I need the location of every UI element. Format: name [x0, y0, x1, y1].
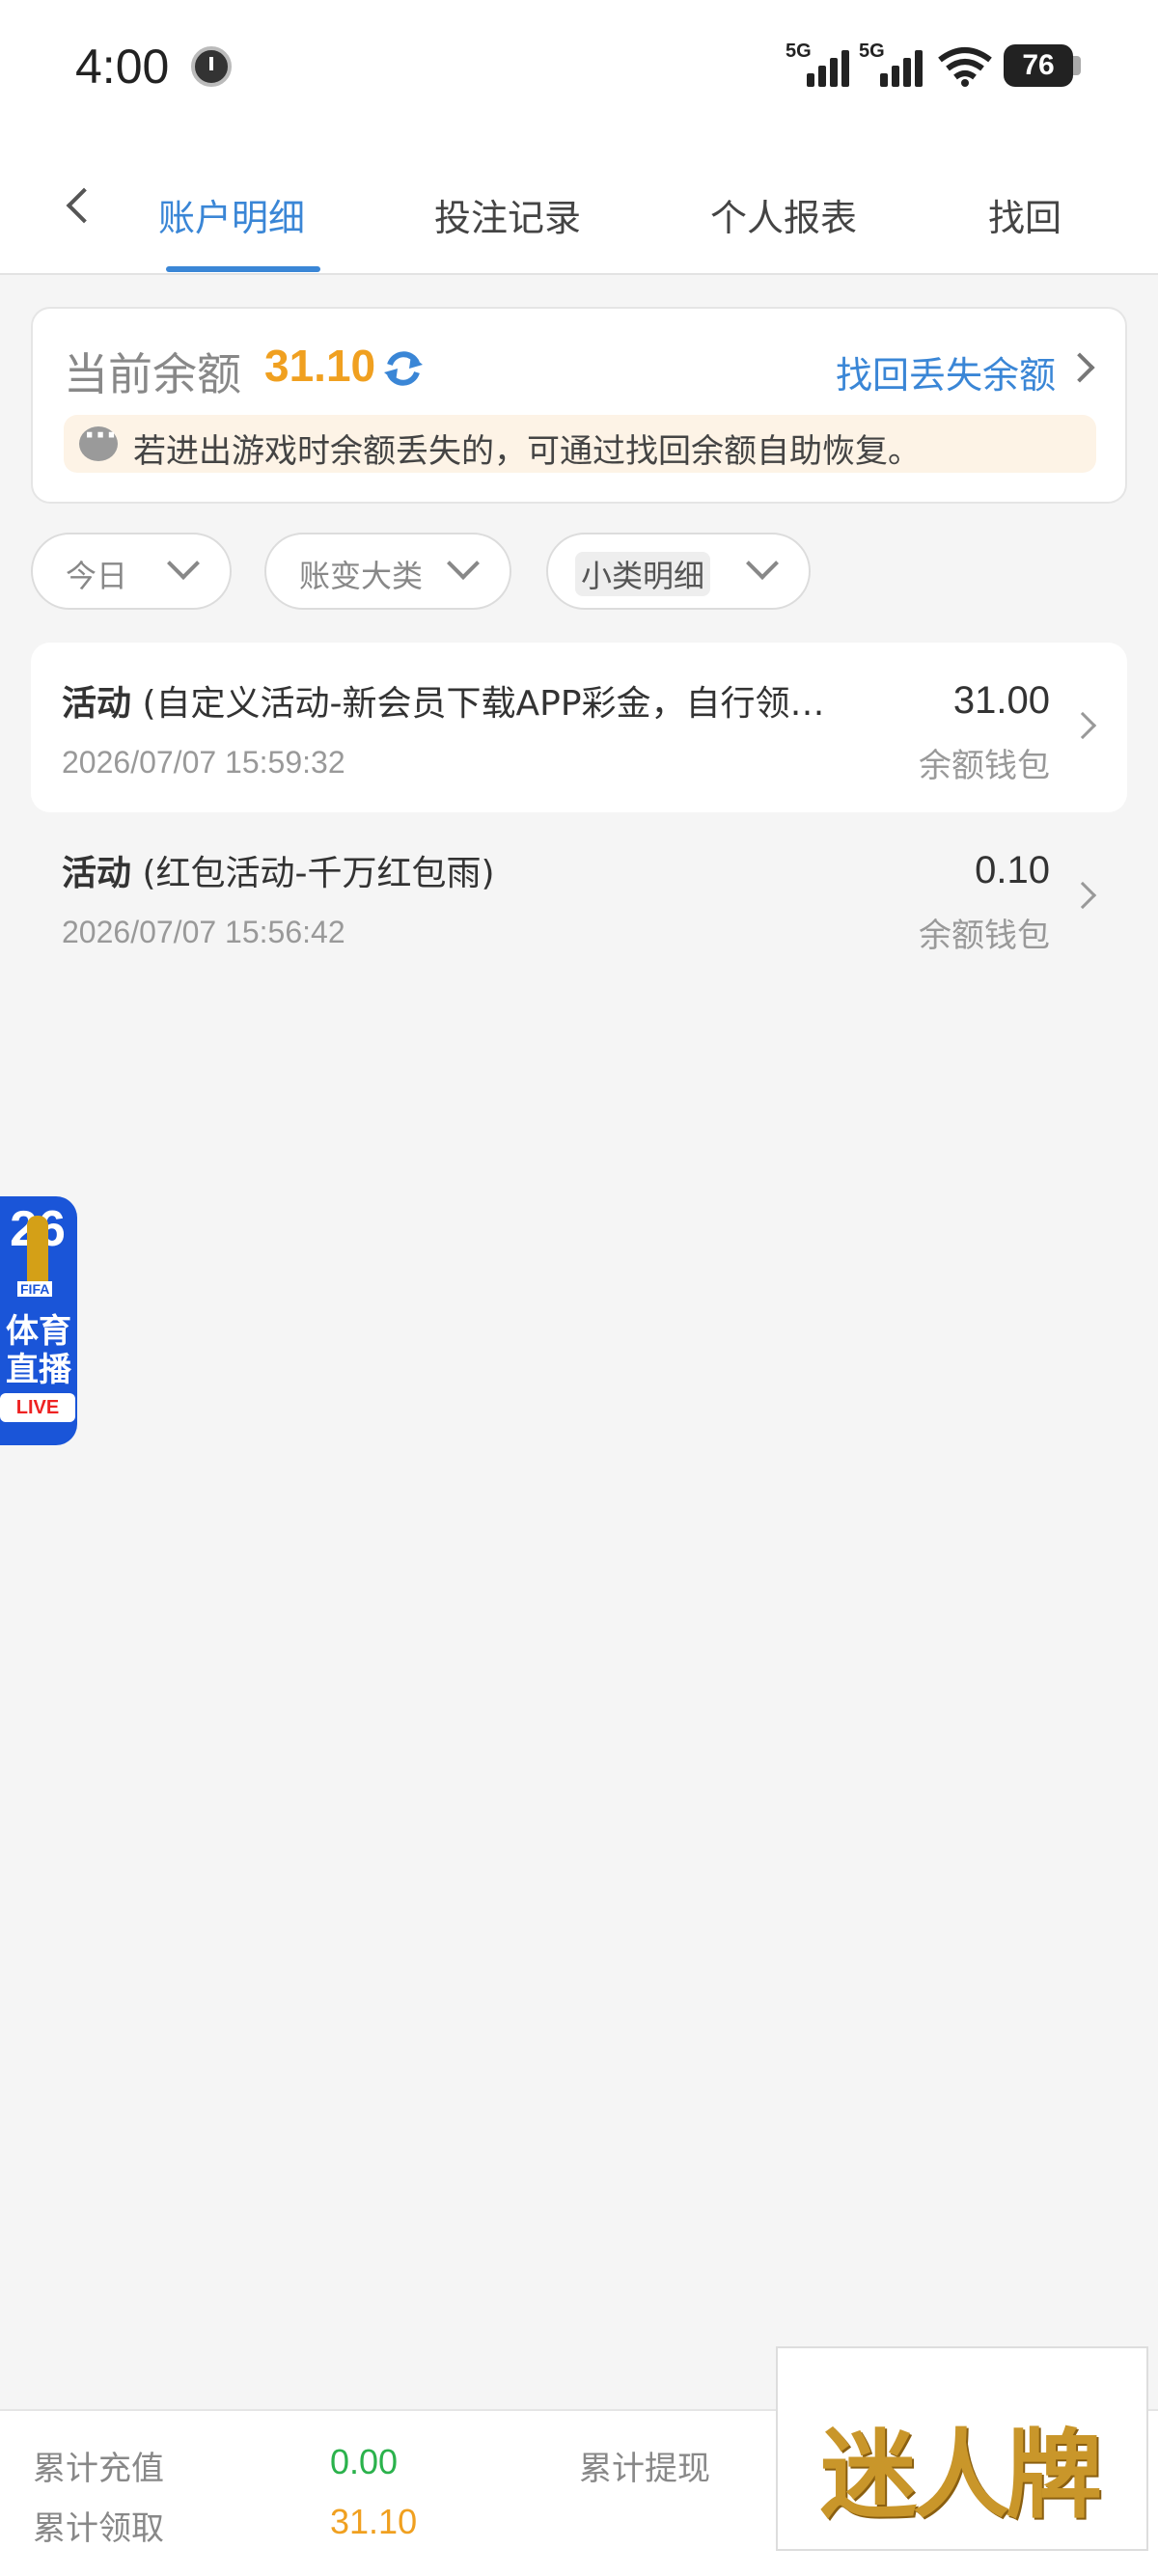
battery-cap: [1073, 56, 1081, 75]
chevron-down-icon: [746, 547, 779, 580]
total-recharge-label: 累计充值: [33, 2450, 164, 2488]
record-title: 活动 (自定义活动-新会员下载APP彩金，自行领…: [62, 684, 825, 724]
clock-icon: [191, 46, 232, 87]
chevron-left-icon[interactable]: [58, 183, 96, 232]
wifi-icon: [938, 47, 992, 87]
record-amount: 31.00: [952, 679, 1050, 722]
balance-card: 当前余额 31.10 找回丢失余额 若进出游戏时余额丢失的，可通过找回余额自助恢…: [31, 307, 1127, 504]
signal-icon-2: 5G: [859, 41, 926, 87]
watermark-text: 迷人牌: [820, 2418, 1102, 2532]
balance-value: 31.10: [264, 341, 376, 391]
balance-label: 当前余额: [64, 348, 241, 400]
filter-major-category-label: 账变大类: [299, 558, 424, 594]
list-item[interactable]: 活动 (自定义活动-新会员下载APP彩金，自行领… 2026/07/07 15:…: [31, 643, 1127, 812]
chevron-down-icon: [167, 547, 200, 580]
signal-icon: 5G: [786, 41, 853, 87]
record-amount: 0.10: [975, 849, 1050, 891]
list-item[interactable]: 活动 (红包活动-千万红包雨) 2026/07/07 15:56:42 0.10…: [31, 812, 1127, 982]
total-withdraw-label: 累计提现: [579, 2450, 710, 2488]
notice-text: 若进出游戏时余额丢失的，可通过找回余额自助恢复。: [133, 432, 921, 471]
fifa-label: FIFA: [17, 1281, 53, 1297]
tab-account-details[interactable]: 账户明细: [158, 188, 305, 241]
tab-bar: 账户明细 投注记录 个人报表 找回: [0, 135, 1158, 275]
filter-sub-category-label: 小类明细: [575, 552, 711, 596]
recover-lost-balance-link[interactable]: 找回丢失余额: [836, 345, 1056, 398]
status-time: 4:00: [75, 40, 170, 94]
record-wallet: 余额钱包: [919, 747, 1050, 785]
tab-bet-records[interactable]: 投注记录: [434, 188, 581, 241]
record-title: 活动 (红包活动-千万红包雨): [62, 854, 495, 893]
active-tab-indicator: [166, 266, 320, 272]
chevron-down-icon: [447, 547, 480, 580]
chevron-right-icon[interactable]: [1064, 352, 1095, 383]
refresh-icon[interactable]: [382, 347, 425, 390]
filter-major-category[interactable]: 账变大类: [264, 533, 511, 610]
total-claim-value: 31.10: [330, 2502, 418, 2541]
filter-date-label: 今日: [66, 558, 128, 594]
live-badge: LIVE: [0, 1393, 75, 1422]
record-wallet: 余额钱包: [919, 917, 1050, 955]
notice-banner: 若进出游戏时余额丢失的，可通过找回余额自助恢复。: [64, 415, 1096, 473]
record-time: 2026/07/07 15:56:42: [62, 915, 345, 949]
message-icon: [79, 419, 118, 461]
status-bar: 4:00 5G 5G 76: [0, 0, 1158, 135]
battery-icon: 76: [1004, 44, 1073, 87]
watermark-logo: 迷人牌: [776, 2346, 1148, 2551]
filter-sub-category[interactable]: 小类明细: [546, 533, 811, 610]
sports-live-banner[interactable]: 26 FIFA 体育 直播 LIVE: [0, 1196, 77, 1445]
filter-date[interactable]: 今日: [31, 533, 232, 610]
chevron-right-icon: [1068, 711, 1097, 740]
sports-live-text: 体育 直播: [6, 1312, 71, 1389]
tab-recover[interactable]: 找回: [988, 188, 1062, 241]
chevron-right-icon: [1068, 881, 1097, 910]
tab-personal-report[interactable]: 个人报表: [710, 188, 857, 241]
total-claim-label: 累计领取: [33, 2509, 164, 2548]
total-recharge-value: 0.00: [330, 2442, 399, 2481]
record-time: 2026/07/07 15:59:32: [62, 745, 345, 780]
